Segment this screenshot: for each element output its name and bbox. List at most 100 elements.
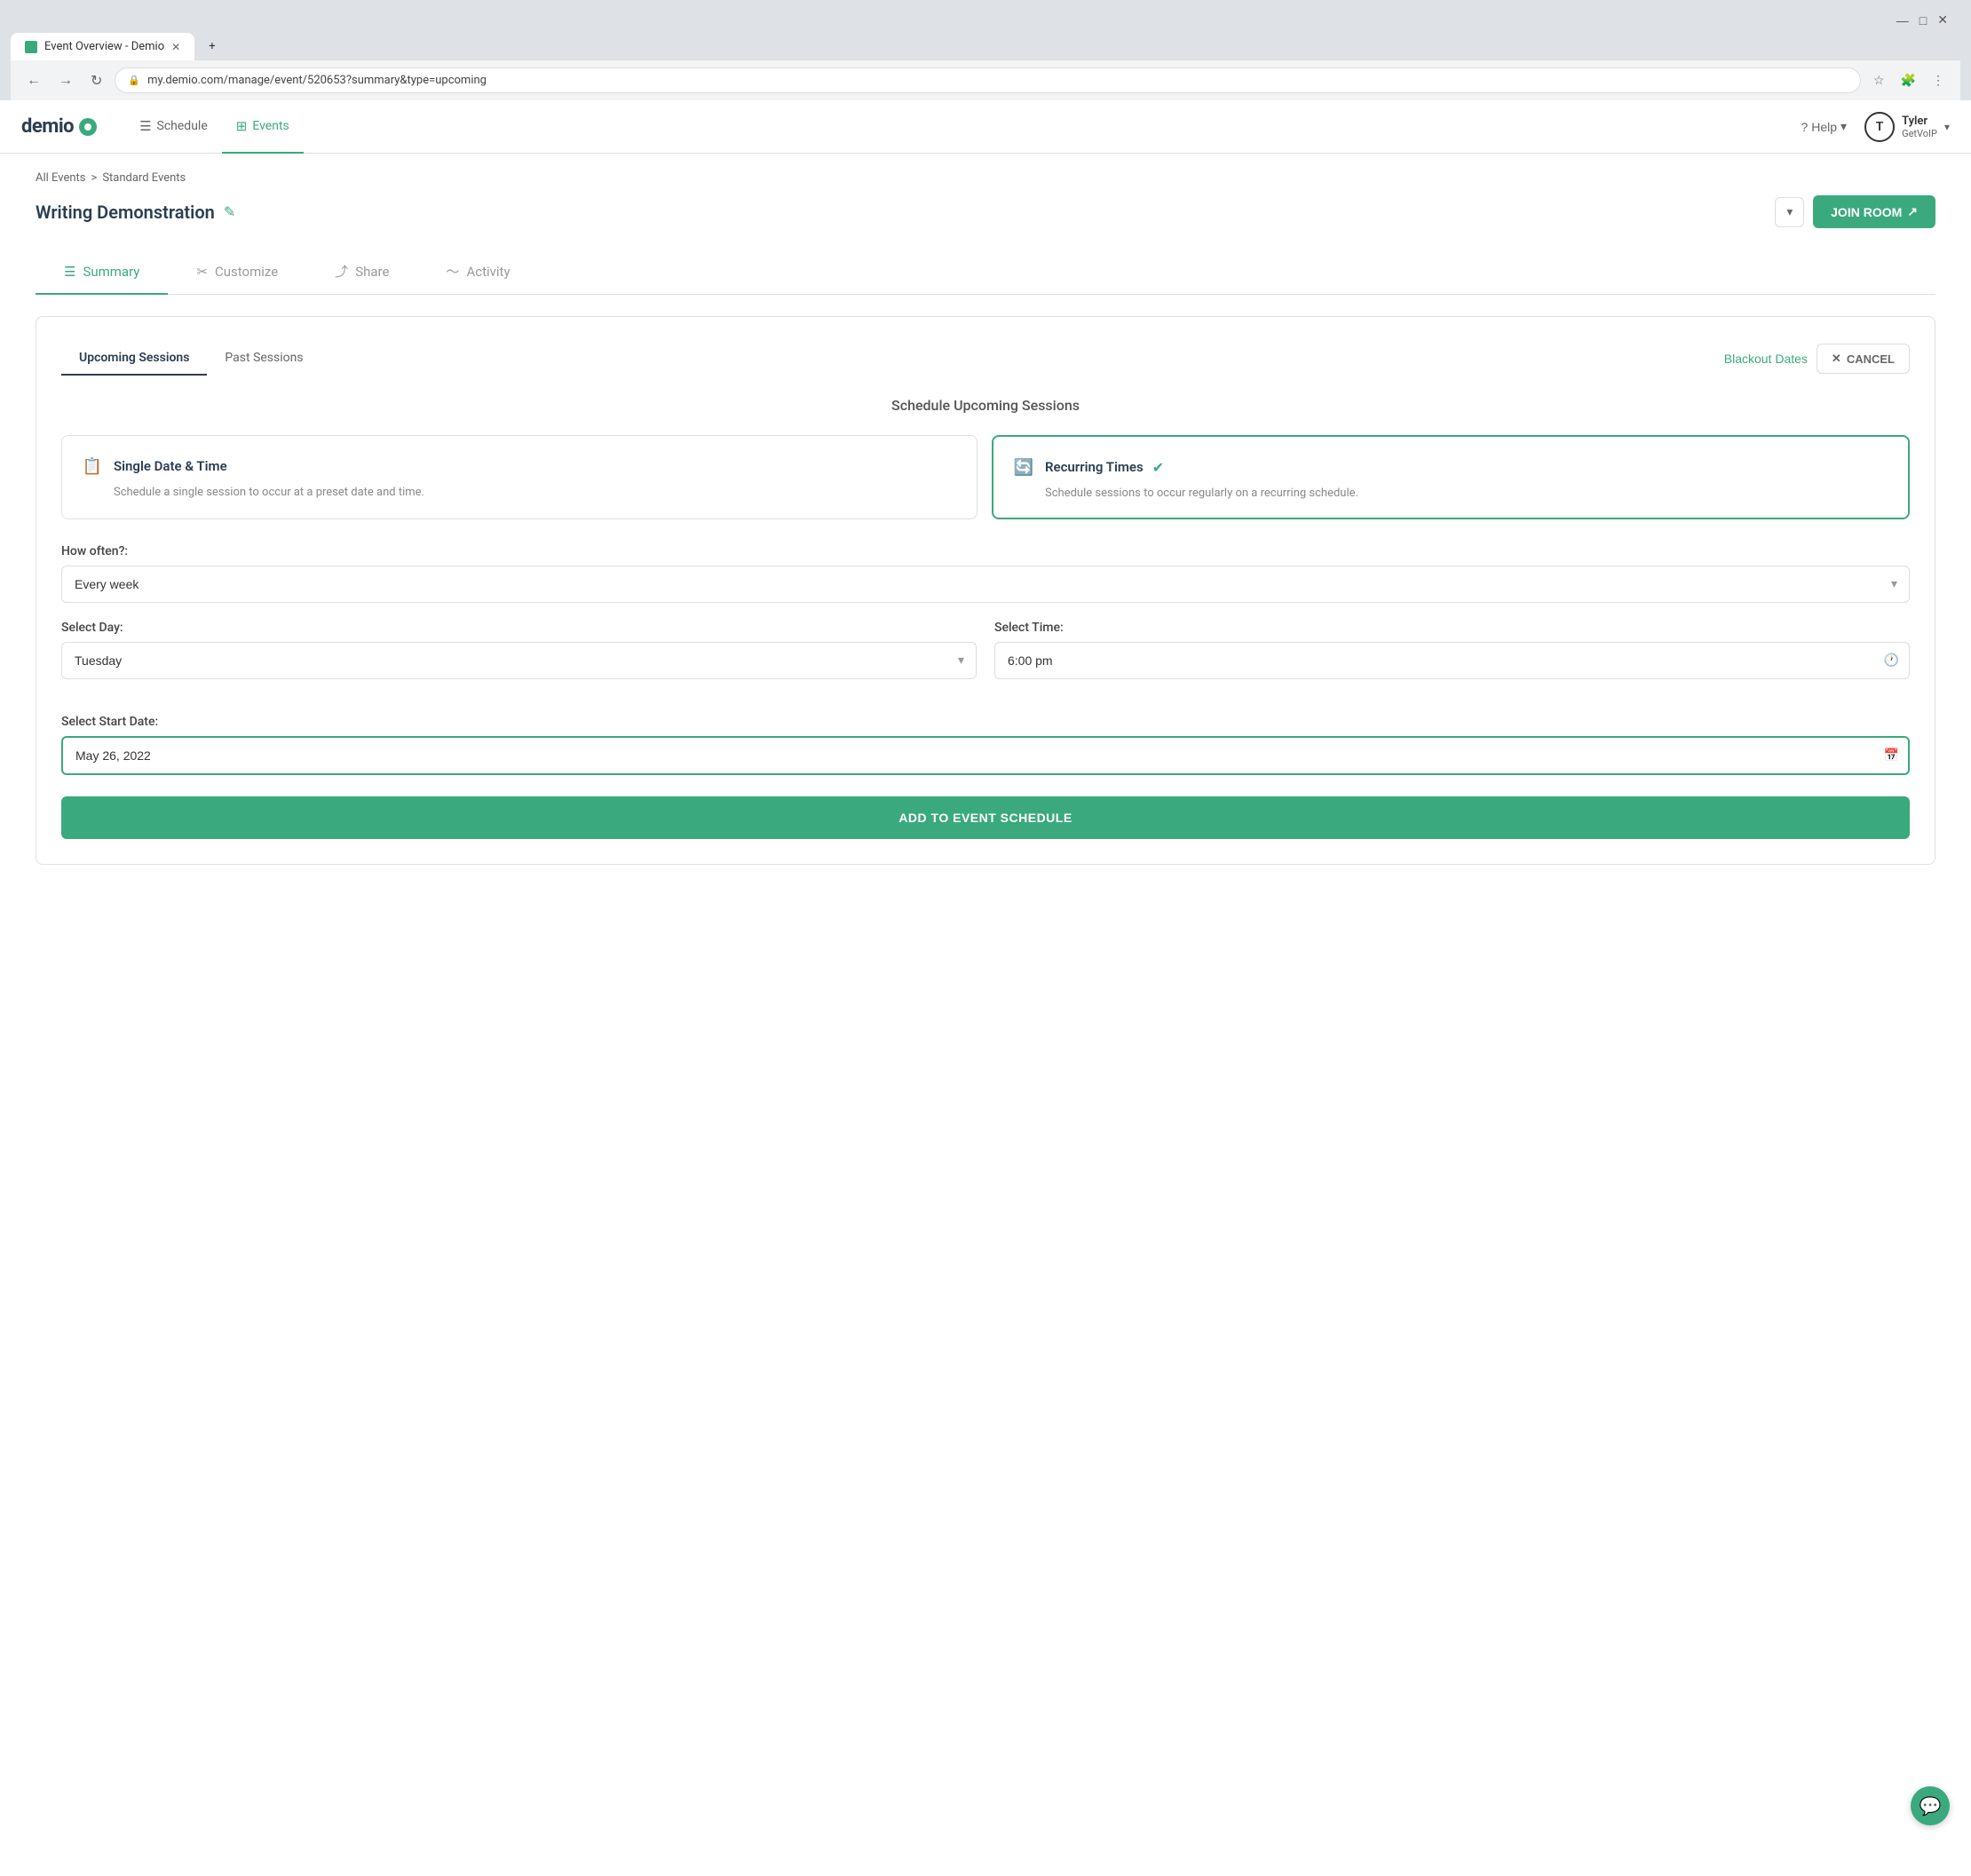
select-day-wrapper: Tuesday [61,642,977,679]
join-room-button[interactable]: JOIN ROOM ↗ [1813,195,1935,228]
user-menu[interactable]: T Tyler GetVoIP ▾ [1864,112,1950,142]
past-sessions-tab[interactable]: Past Sessions [207,342,321,376]
breadcrumb-standard-events: Standard Events [102,171,186,185]
session-type-cards: 📋 Single Date & Time Schedule a single s… [61,435,1910,519]
new-tab-button[interactable]: + [194,33,354,60]
recurring-times-card[interactable]: 🔄 Recurring Times ✔ Schedule sessions to… [992,435,1910,519]
main-content: All Events > Standard Events Writing Dem… [0,154,1971,883]
calendar-icon: 📅 [1884,748,1899,763]
summary-icon: ☰ [64,264,75,280]
share-icon: ⤴ [335,262,348,281]
nav-right: ? Help ▾ T Tyler GetVoIP ▾ [1801,112,1950,142]
session-header: Upcoming Sessions Past Sessions Blackout… [61,342,1910,376]
nav-events[interactable]: ⊞ Events [222,100,304,154]
tab-share[interactable]: ⤴ Share [306,249,417,295]
page-title-row: Writing Demonstration ✎ [36,202,235,223]
breadcrumb-separator: > [91,171,98,185]
minimize-button[interactable]: — [1891,11,1914,29]
recurring-icon: 🔄 [1011,455,1036,479]
cancel-icon: ✕ [1832,352,1841,366]
add-to-event-schedule-button[interactable]: ADD TO EVENT SCHEDULE [61,796,1910,839]
dropdown-button[interactable]: ▾ [1775,197,1804,227]
day-select[interactable]: Tuesday [61,642,977,679]
bookmark-icon[interactable]: ☆ [1868,69,1890,91]
help-button[interactable]: ? Help ▾ [1801,119,1847,134]
nav-schedule[interactable]: ☰ Schedule [125,100,222,154]
forward-button[interactable]: → [53,69,78,92]
maximize-button[interactable]: □ [1914,11,1932,29]
close-button[interactable]: ✕ [1932,11,1953,29]
edit-icon[interactable]: ✎ [224,203,235,220]
start-date-label: Select Start Date: [61,715,1910,729]
select-day-label: Select Day: [61,621,977,635]
single-date-card[interactable]: 📋 Single Date & Time Schedule a single s… [61,435,978,519]
tab-activity[interactable]: 〜 Activity [417,249,538,295]
breadcrumb-all-events[interactable]: All Events [36,171,86,185]
select-day-section: Select Day: Tuesday [61,621,977,679]
date-input-wrapper: 📅 [61,736,1910,775]
start-date-section: Select Start Date: 📅 [61,715,1910,775]
logo-dot-icon [79,118,97,136]
user-org: GetVoIP [1902,128,1937,139]
customize-icon: ✂ [196,264,208,280]
chat-bubble-button[interactable]: 💬 [1911,1786,1950,1825]
tab-summary[interactable]: ☰ Summary [36,249,168,295]
tab-favicon [25,41,37,53]
single-date-card-header: 📋 Single Date & Time [80,454,959,479]
page-actions: ▾ JOIN ROOM ↗ [1775,195,1935,228]
day-time-row: Select Day: Tuesday Select Time: 🕐 [61,621,1910,697]
tab-close-icon[interactable]: ✕ [171,41,180,53]
help-icon: ? [1801,120,1808,134]
more-options-icon[interactable]: ⋮ [1927,69,1950,91]
single-date-title: Single Date & Time [114,458,227,474]
start-date-input[interactable] [61,736,1910,775]
user-name-block: Tyler GetVoIP [1902,115,1937,139]
back-button[interactable]: ← [21,69,46,92]
recurring-desc: Schedule sessions to occur regularly on … [1011,487,1890,500]
page-header: Writing Demonstration ✎ ▾ JOIN ROOM ↗ [36,195,1935,228]
url-text: my.demio.com/manage/event/520653?summary… [147,74,487,87]
page-title: Writing Demonstration [36,202,215,223]
user-name: Tyler [1902,115,1937,128]
how-often-section: How often?: Every week [61,544,1910,603]
user-dropdown-icon: ▾ [1944,121,1950,133]
address-bar[interactable]: 🔒 my.demio.com/manage/event/520653?summa… [115,67,1861,93]
activity-icon: 〜 [446,262,459,281]
single-date-desc: Schedule a single session to occur at a … [80,486,959,499]
nav-items: ☰ Schedule ⊞ Events [125,100,304,154]
clock-icon: 🕐 [1884,653,1899,668]
time-input-wrapper: 🕐 [994,642,1910,679]
recurring-card-header: 🔄 Recurring Times ✔ [1011,455,1890,479]
session-actions: Blackout Dates ✕ CANCEL [1724,344,1910,374]
main-card: Upcoming Sessions Past Sessions Blackout… [36,316,1935,865]
cancel-button[interactable]: ✕ CANCEL [1817,344,1910,374]
time-input[interactable] [994,642,1910,679]
extensions-icon[interactable]: 🧩 [1896,69,1921,91]
top-navigation: demio ☰ Schedule ⊞ Events ? Help ▾ T Tyl… [0,100,1971,154]
chat-icon: 💬 [1920,1795,1942,1817]
recurring-title: Recurring Times [1045,459,1144,475]
refresh-button[interactable]: ↻ [85,68,107,93]
main-tabs: ☰ Summary ✂ Customize ⤴ Share 〜 Activity [36,249,1935,295]
schedule-title: Schedule Upcoming Sessions [61,397,1910,414]
logo-text: demio [21,115,74,138]
lock-icon: 🔒 [128,75,140,86]
schedule-form: Schedule Upcoming Sessions 📋 Single Date… [61,397,1910,839]
single-date-icon: 📋 [80,454,105,479]
how-often-select-wrapper: Every week [61,566,1910,603]
blackout-dates-button[interactable]: Blackout Dates [1724,352,1808,366]
recurring-check-icon: ✔ [1152,459,1164,476]
session-tabs: Upcoming Sessions Past Sessions [61,342,321,376]
tab-customize[interactable]: ✂ Customize [168,249,306,295]
user-avatar: T [1864,112,1895,142]
upcoming-sessions-tab[interactable]: Upcoming Sessions [61,342,207,376]
how-often-label: How often?: [61,544,1910,558]
events-icon: ⊞ [236,118,248,134]
select-time-label: Select Time: [994,621,1910,635]
select-time-section: Select Time: 🕐 [994,621,1910,679]
browser-tab[interactable]: Event Overview - Demio ✕ [11,33,194,60]
how-often-select[interactable]: Every week [61,566,1910,603]
tab-title: Event Overview - Demio [44,40,164,53]
logo: demio [21,115,97,138]
breadcrumb: All Events > Standard Events [36,171,1935,185]
